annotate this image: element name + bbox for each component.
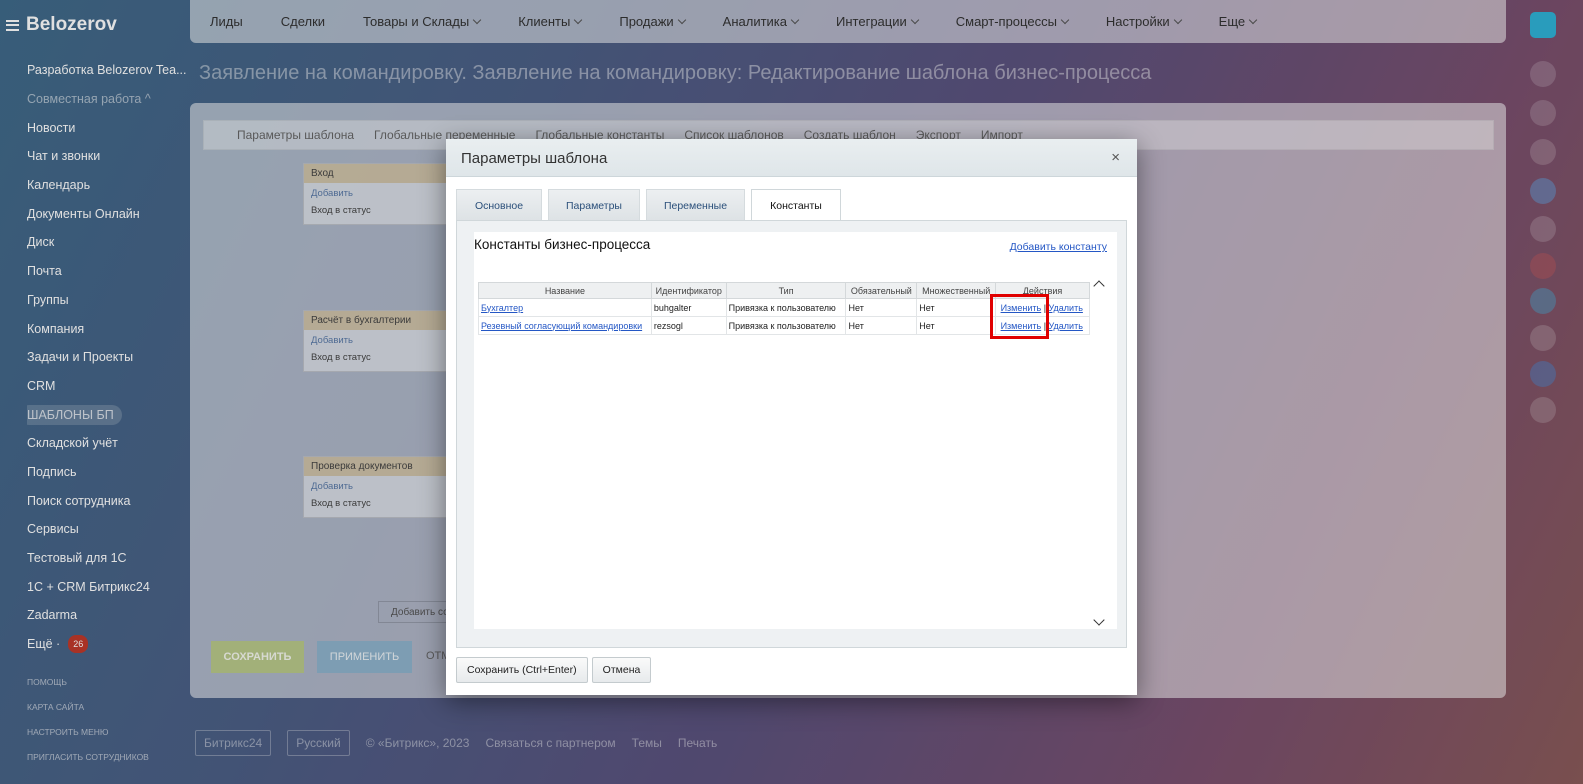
scroll-up-icon[interactable] [1093, 280, 1105, 292]
add-constant-link[interactable]: Добавить константу [1010, 241, 1107, 253]
tab-panel-constants: Константы бизнес-процесса Добавить конст… [456, 220, 1127, 648]
edit-link[interactable]: Изменить [1001, 303, 1042, 313]
delete-link[interactable]: Удалить [1049, 321, 1083, 331]
table-scrollbar[interactable] [1093, 278, 1106, 630]
cell-type: Привязка к пользователю [725, 316, 847, 335]
cell-name: Резевный согласующий командировки [478, 316, 652, 335]
constants-table: Название Идентификатор Тип Обязательный … [478, 282, 1090, 335]
column-header: Тип [725, 282, 847, 299]
dialog-footer: Сохранить (Ctrl+Enter) Отмена [456, 657, 652, 683]
column-header: Множественный [916, 282, 997, 299]
constants-panel: Константы бизнес-процесса Добавить конст… [474, 232, 1117, 629]
delete-link[interactable]: Удалить [1049, 303, 1083, 313]
cell-id: buhgalter [650, 298, 727, 317]
cell-actions: Изменить | Удалить [995, 298, 1090, 317]
cell-name: Бухгалтер [478, 298, 652, 317]
cell-id: rezsogl [650, 316, 727, 335]
cell-type: Привязка к пользователю [725, 298, 847, 317]
cancel-button[interactable]: Отмена [591, 657, 652, 683]
tab-main[interactable]: Основное [456, 189, 542, 221]
table-header-row: Название Идентификатор Тип Обязательный … [478, 282, 1090, 299]
cell-multiple: Нет [916, 316, 997, 335]
tab-constants[interactable]: Константы [751, 189, 841, 222]
dialog-header: Параметры шаблона × [446, 139, 1137, 177]
edit-link[interactable]: Изменить [1001, 321, 1042, 331]
cell-required: Нет [845, 316, 918, 335]
template-params-dialog: Параметры шаблона × Основное Параметры П… [446, 139, 1137, 695]
cell-required: Нет [845, 298, 918, 317]
column-header: Название [478, 282, 652, 299]
constant-name-link[interactable]: Бухгалтер [481, 303, 523, 313]
tab-parameters[interactable]: Параметры [548, 189, 640, 221]
save-button[interactable]: Сохранить (Ctrl+Enter) [456, 657, 588, 683]
constant-name-link[interactable]: Резевный согласующий командировки [481, 321, 642, 331]
column-header: Действия [995, 282, 1090, 299]
cell-multiple: Нет [916, 298, 997, 317]
dialog-title: Параметры шаблона [461, 150, 608, 167]
scroll-down-icon[interactable] [1093, 614, 1105, 626]
column-header: Обязательный [845, 282, 918, 299]
close-icon[interactable]: × [1111, 149, 1120, 166]
column-header: Идентификатор [650, 282, 727, 299]
section-title: Константы бизнес-процесса [474, 237, 651, 252]
tab-variables[interactable]: Переменные [646, 189, 745, 221]
table-row: Бухгалтер buhgalter Привязка к пользоват… [478, 298, 1090, 317]
table-row: Резевный согласующий командировки rezsog… [478, 316, 1090, 335]
cell-actions: Изменить | Удалить [995, 316, 1090, 335]
